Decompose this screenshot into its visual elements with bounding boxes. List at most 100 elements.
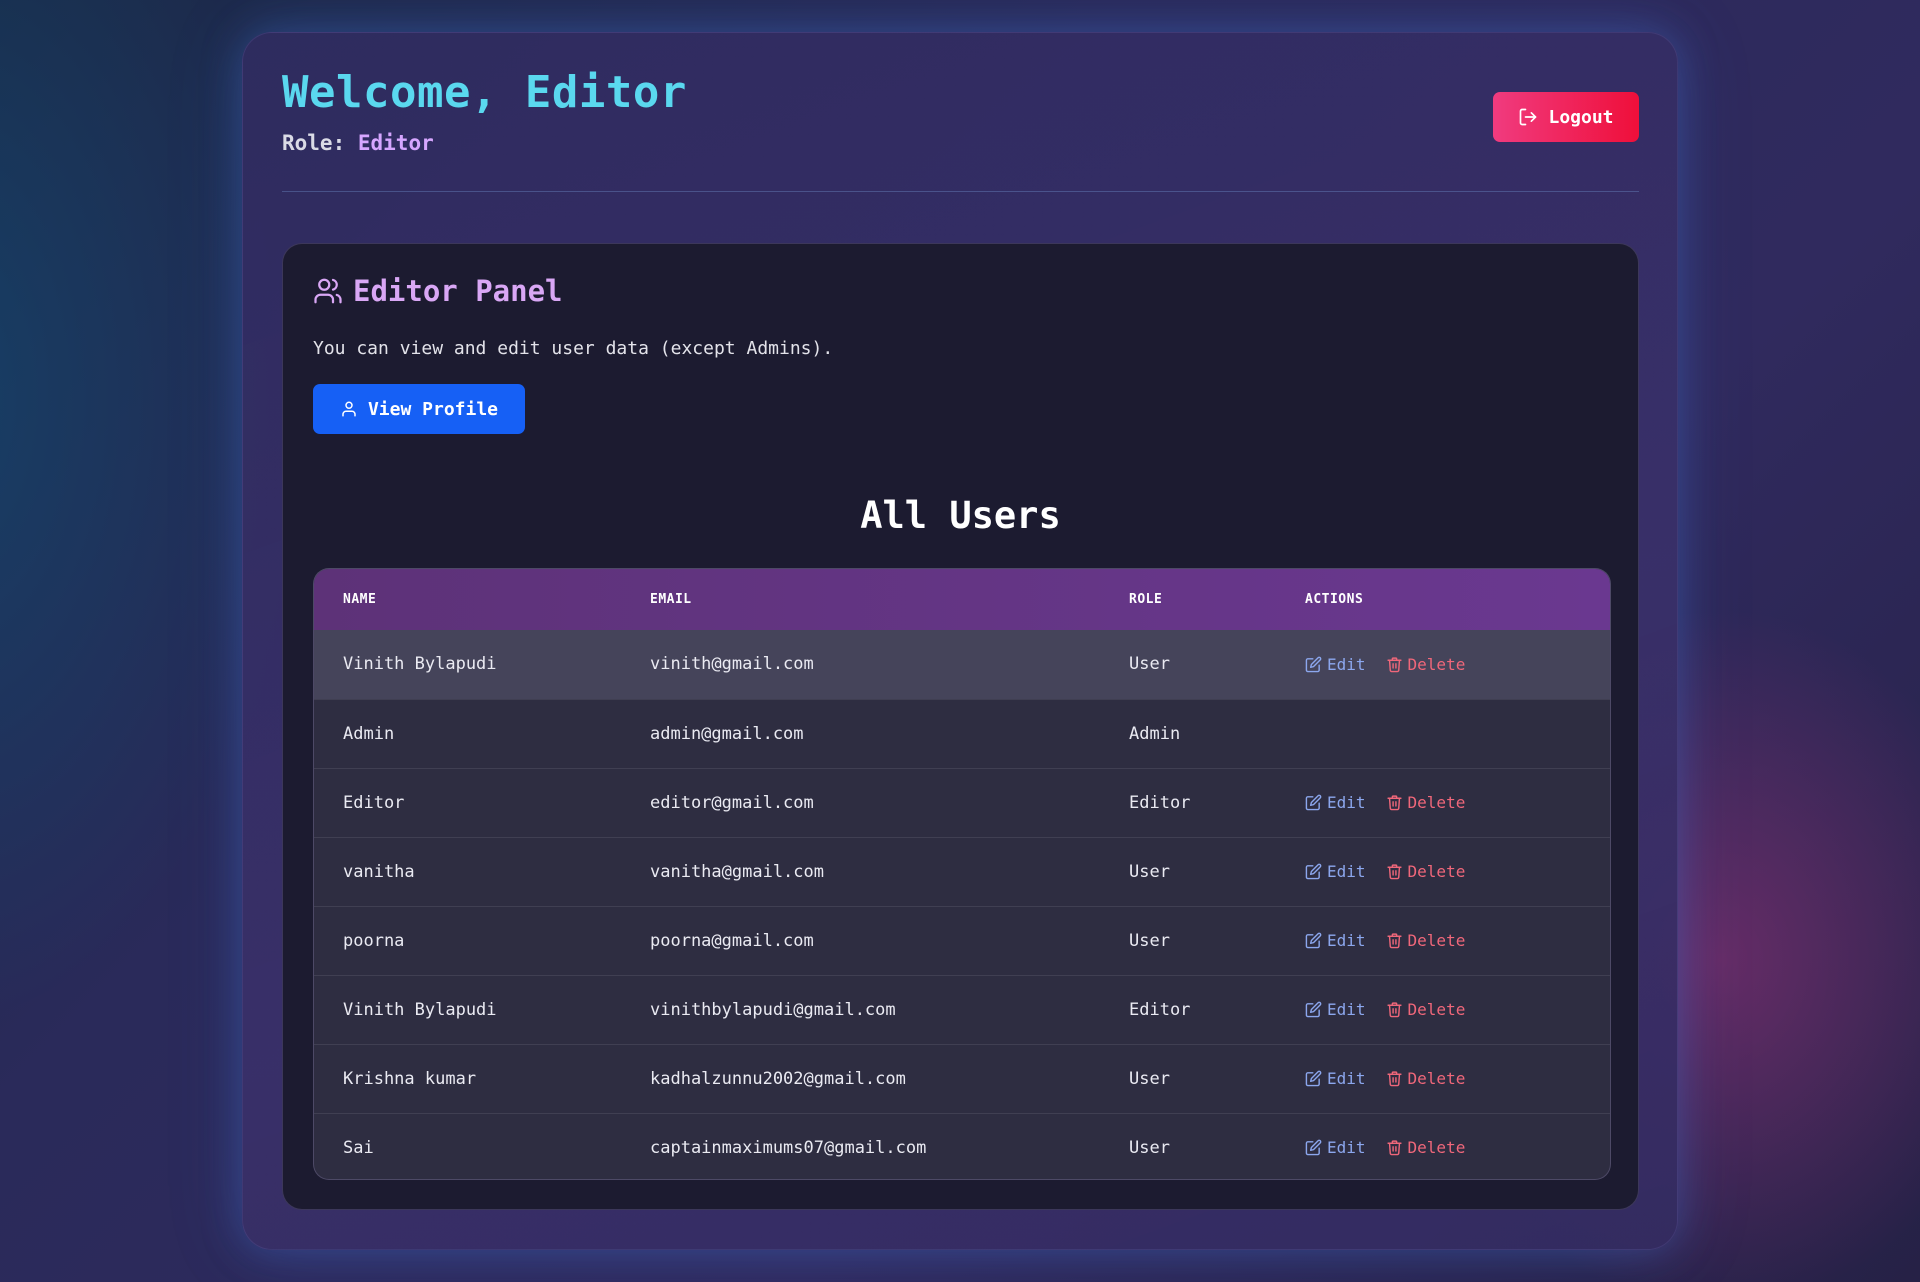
edit-label: Edit [1327,654,1366,674]
user-name: Editor [343,792,405,813]
delete-button[interactable]: Delete [1386,654,1466,674]
user-email: vinithbylapudi@gmail.com [650,999,896,1020]
editor-panel: Editor Panel You can view and edit user … [282,243,1639,1210]
trash-icon [1386,932,1403,949]
edit-button[interactable]: Edit [1305,1138,1366,1157]
user-email: admin@gmail.com [650,723,804,744]
users-table-container: NAME EMAIL ROLE ACTIONS Vinith Bylapudi … [313,568,1611,1180]
trash-icon [1386,863,1403,880]
edit-button[interactable]: Edit [1305,862,1366,881]
delete-label: Delete [1407,862,1466,881]
delete-button[interactable]: Delete [1386,793,1465,812]
user-role: User [1129,1068,1170,1089]
role-value: Editor [357,131,434,155]
trash-icon [1386,656,1403,673]
logout-label: Logout [1548,106,1614,128]
edit-icon [1305,794,1322,811]
edit-icon [1305,1139,1322,1156]
column-header-email: EMAIL [650,592,692,607]
user-email: vanitha@gmail.com [650,861,824,882]
table-row: Vinith Bylapudi vinithbylapudi@gmail.com… [314,975,1610,1044]
user-actions: Edit Delete [1276,837,1610,906]
table-row: Sai captainmaximums07@gmail.com User Edi… [314,1113,1610,1179]
user-role: Admin [1129,723,1181,744]
user-email: captainmaximums07@gmail.com [650,1137,927,1158]
delete-button[interactable]: Delete [1386,1138,1466,1158]
user-name: Krishna kumar [343,1068,477,1089]
user-name: poorna [343,930,405,951]
edit-button[interactable]: Edit [1305,1069,1366,1088]
user-role: User [1129,654,1170,675]
edit-button[interactable]: Edit [1305,1000,1366,1019]
table-header-row: NAME EMAIL ROLE ACTIONS [314,569,1610,630]
user-actions: Edit Delete [1276,630,1610,699]
user-email: kadhalzunnu2002@gmail.com [650,1068,906,1089]
column-header-actions: ACTIONS [1305,592,1364,607]
panel-title-text: Editor Panel [353,274,563,308]
table-row: poorna poorna@gmail.com User Edit Delete [314,906,1610,975]
user-role: Editor [1129,999,1191,1020]
edit-button[interactable]: Edit [1305,793,1366,812]
delete-button[interactable]: Delete [1386,1069,1466,1088]
column-header-role: ROLE [1129,592,1163,607]
panel-description: You can view and edit user data (except … [313,338,834,359]
delete-label: Delete [1407,1138,1466,1158]
all-users-title: All Users [860,494,1061,537]
user-name: vanitha [343,861,415,882]
user-email: poorna@gmail.com [650,930,814,951]
trash-icon [1386,1070,1403,1087]
user-actions: Edit Delete [1276,768,1610,837]
edit-button[interactable]: Edit [1305,931,1366,950]
user-role: User [1129,1137,1170,1158]
dashboard-card: Welcome, Editor Role: Editor Logout Edit… [242,32,1678,1250]
user-role: User [1129,861,1170,882]
delete-label: Delete [1407,654,1466,674]
logout-icon [1518,107,1538,127]
user-name: Vinith Bylapudi [343,654,497,675]
user-icon [340,400,358,418]
panel-title: Editor Panel [313,274,563,308]
table-row: Admin admin@gmail.com Admin [314,699,1610,768]
trash-icon [1386,794,1403,811]
edit-label: Edit [1327,1069,1366,1088]
user-name: Sai [343,1137,374,1158]
edit-icon [1305,1001,1322,1018]
welcome-title: Welcome, Editor [282,67,687,118]
delete-button[interactable]: Delete [1386,1000,1466,1019]
users-table: NAME EMAIL ROLE ACTIONS Vinith Bylapudi … [314,569,1610,1179]
user-role: User [1129,930,1170,951]
user-email: vinith@gmail.com [650,654,814,675]
edit-label: Edit [1327,1138,1366,1158]
user-actions [1276,699,1610,768]
edit-icon [1305,863,1322,880]
user-actions: Edit Delete [1276,975,1610,1044]
user-actions: Edit Delete [1276,1044,1610,1113]
delete-label: Delete [1407,1069,1466,1088]
user-actions: Edit Delete [1276,1113,1610,1179]
logout-button[interactable]: Logout [1493,92,1639,142]
header-divider [282,191,1639,192]
user-email: editor@gmail.com [650,792,814,813]
edit-button[interactable]: Edit [1305,655,1366,674]
role-label: Role: [282,131,346,155]
edit-label: Edit [1327,862,1366,881]
table-row: Krishna kumar kadhalzunnu2002@gmail.com … [314,1044,1610,1113]
user-name: Vinith Bylapudi [343,999,497,1020]
user-actions: Edit Delete [1276,906,1610,975]
edit-label: Edit [1327,793,1366,812]
users-icon [313,276,343,306]
view-profile-button[interactable]: View Profile [313,384,525,434]
edit-label: Edit [1327,931,1366,950]
delete-button[interactable]: Delete [1386,931,1465,950]
table-row: Editor editor@gmail.com Editor Edit Dele… [314,768,1610,837]
delete-button[interactable]: Delete [1386,862,1466,881]
view-profile-label: View Profile [367,398,499,420]
edit-icon [1305,656,1322,673]
trash-icon [1386,1139,1403,1156]
table-row: Vinith Bylapudi vinith@gmail.com User Ed… [314,630,1610,699]
trash-icon [1386,1001,1403,1018]
table-row: vanitha vanitha@gmail.com User Edit Dele… [314,837,1610,906]
column-header-name: NAME [343,592,377,607]
delete-label: Delete [1407,1000,1466,1019]
edit-icon [1305,1070,1322,1087]
